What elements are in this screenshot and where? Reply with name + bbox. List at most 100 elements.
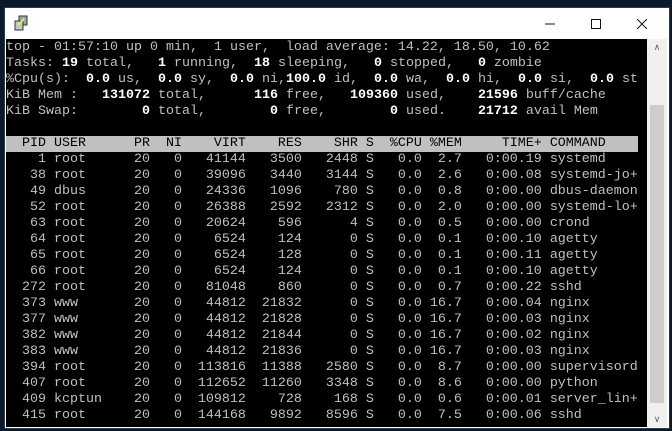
vertical-scrollbar[interactable]: ∧ ∨ (647, 39, 667, 427)
col-s: S (365, 200, 374, 215)
col-s: S (365, 328, 374, 343)
process-row: 66 root 20 0 6524 124 0 S 0.0 0.1 0:00.1… (6, 264, 638, 280)
col-s: S (365, 232, 374, 247)
col-command: python (549, 376, 598, 391)
putty-app-icon[interactable] (13, 15, 29, 31)
col-mem: 8.6 (437, 376, 462, 391)
col-res: RES (277, 136, 302, 151)
col-virt: 144168 (197, 408, 246, 423)
terminal-window: top - 01:57:10 up 0 min, 1 user, load av… (4, 7, 670, 429)
summary-value: 0 (141, 104, 150, 119)
col-ni: 0 (173, 392, 182, 407)
col-time: 0:00.08 (485, 168, 542, 183)
summary-value: 18 (253, 56, 270, 71)
col-time: 0:00.06 (485, 408, 542, 423)
col-ni: 0 (173, 328, 182, 343)
col-virt: 6524 (213, 232, 246, 247)
col-cpu: 0.0 (397, 296, 422, 311)
col-s: S (365, 392, 374, 407)
col-pr: 20 (133, 232, 150, 247)
col-res: 11388 (261, 360, 302, 375)
col-pid: 66 (29, 264, 46, 279)
col-s: S (365, 296, 374, 311)
scroll-up-icon[interactable]: ∧ (647, 39, 667, 55)
col-mem: 0.8 (437, 184, 462, 199)
col-mem: 0.1 (437, 248, 462, 263)
col-pr: 20 (133, 360, 150, 375)
process-row: 383 www 20 0 44812 21836 0 S 0.0 16.7 0:… (6, 344, 638, 360)
col-time: 0:00.02 (485, 328, 542, 343)
col-time: 0:00.22 (485, 280, 542, 295)
col-virt: 44812 (205, 296, 246, 311)
col-time: 0:00.03 (485, 312, 542, 327)
col-user: USER (53, 136, 86, 151)
col-cpu: 0.0 (397, 168, 422, 183)
col-pid: 394 (21, 360, 46, 375)
col-shr: 2448 (325, 152, 358, 167)
col-command: COMMAND (549, 136, 606, 151)
col-shr: 168 (333, 392, 358, 407)
col-shr: 0 (349, 280, 358, 295)
close-button[interactable] (619, 8, 665, 39)
summary-value: 0.0 (517, 72, 542, 87)
col-res: 21836 (261, 344, 302, 359)
col-mem: 0.6 (437, 392, 462, 407)
summary-text: si, (541, 72, 590, 87)
col-res: 728 (277, 392, 302, 407)
process-row: 415 root 20 0 144168 9892 8596 S 0.0 7.5… (6, 408, 638, 424)
summary-value: 100.0 (285, 72, 326, 87)
col-pid: 409 (21, 392, 46, 407)
col-s: S (365, 216, 374, 231)
col-s: S (365, 152, 374, 167)
process-row: 38 root 20 0 39096 3440 3144 S 0.0 2.6 0… (6, 168, 638, 184)
col-shr: 0 (349, 248, 358, 263)
summary-value: 0.0 (445, 72, 470, 87)
summary-text: %Cpu(s): (6, 72, 86, 87)
col-s: S (365, 280, 374, 295)
maximize-button[interactable] (573, 8, 619, 39)
col-pr: 20 (133, 328, 150, 343)
col-mem: 16.7 (429, 296, 462, 311)
process-row: 63 root 20 0 20624 596 4 S 0.0 0.5 0:00.… (6, 216, 638, 232)
summary-text: sleeping, (269, 56, 374, 71)
col-command: systemd (549, 152, 606, 167)
col-shr: 0 (349, 296, 358, 311)
col-time: 0:00.00 (485, 216, 542, 231)
col-cpu: 0.0 (397, 216, 422, 231)
col-shr: 0 (349, 328, 358, 343)
col-time: 0:00.03 (485, 344, 542, 359)
summary-text: free, (277, 104, 390, 119)
col-user: root (53, 152, 86, 167)
col-res: 124 (277, 264, 302, 279)
scrollbar-thumb[interactable] (650, 105, 664, 403)
col-user: root (53, 280, 86, 295)
title-bar[interactable] (5, 8, 669, 39)
terminal-screen[interactable]: top - 01:57:10 up 0 min, 1 user, load av… (6, 39, 647, 427)
scroll-down-icon[interactable]: ∨ (647, 411, 667, 427)
summary-text: wa, (397, 72, 446, 87)
col-virt: 39096 (205, 168, 246, 183)
col-user: root (53, 216, 86, 231)
col-res: 128 (277, 248, 302, 263)
col-s: S (365, 168, 374, 183)
col-cpu: 0.0 (397, 360, 422, 375)
col-time: 0:00.04 (485, 296, 542, 311)
summary-value: 0.0 (157, 72, 182, 87)
col-cpu: 0.0 (397, 376, 422, 391)
minimize-button[interactable] (527, 8, 573, 39)
summary-line: Tasks: 19 total, 1 running, 18 sleeping,… (6, 56, 638, 72)
col-pid: 63 (29, 216, 46, 231)
summary-value: 0 (269, 104, 278, 119)
summary-text: free, (277, 88, 350, 103)
summary-line: top - 01:57:10 up 0 min, 1 user, load av… (6, 40, 638, 56)
col-pr: 20 (133, 248, 150, 263)
summary-text: buff/cache (517, 88, 606, 103)
col-user: root (53, 408, 86, 423)
summary-text: running, (165, 56, 254, 71)
col-user: kcptun (53, 392, 102, 407)
col-user: root (53, 168, 86, 183)
col-res: 596 (277, 216, 302, 231)
col-user: www (53, 344, 78, 359)
col-mem: 0.1 (437, 232, 462, 247)
col-pr: 20 (133, 184, 150, 199)
